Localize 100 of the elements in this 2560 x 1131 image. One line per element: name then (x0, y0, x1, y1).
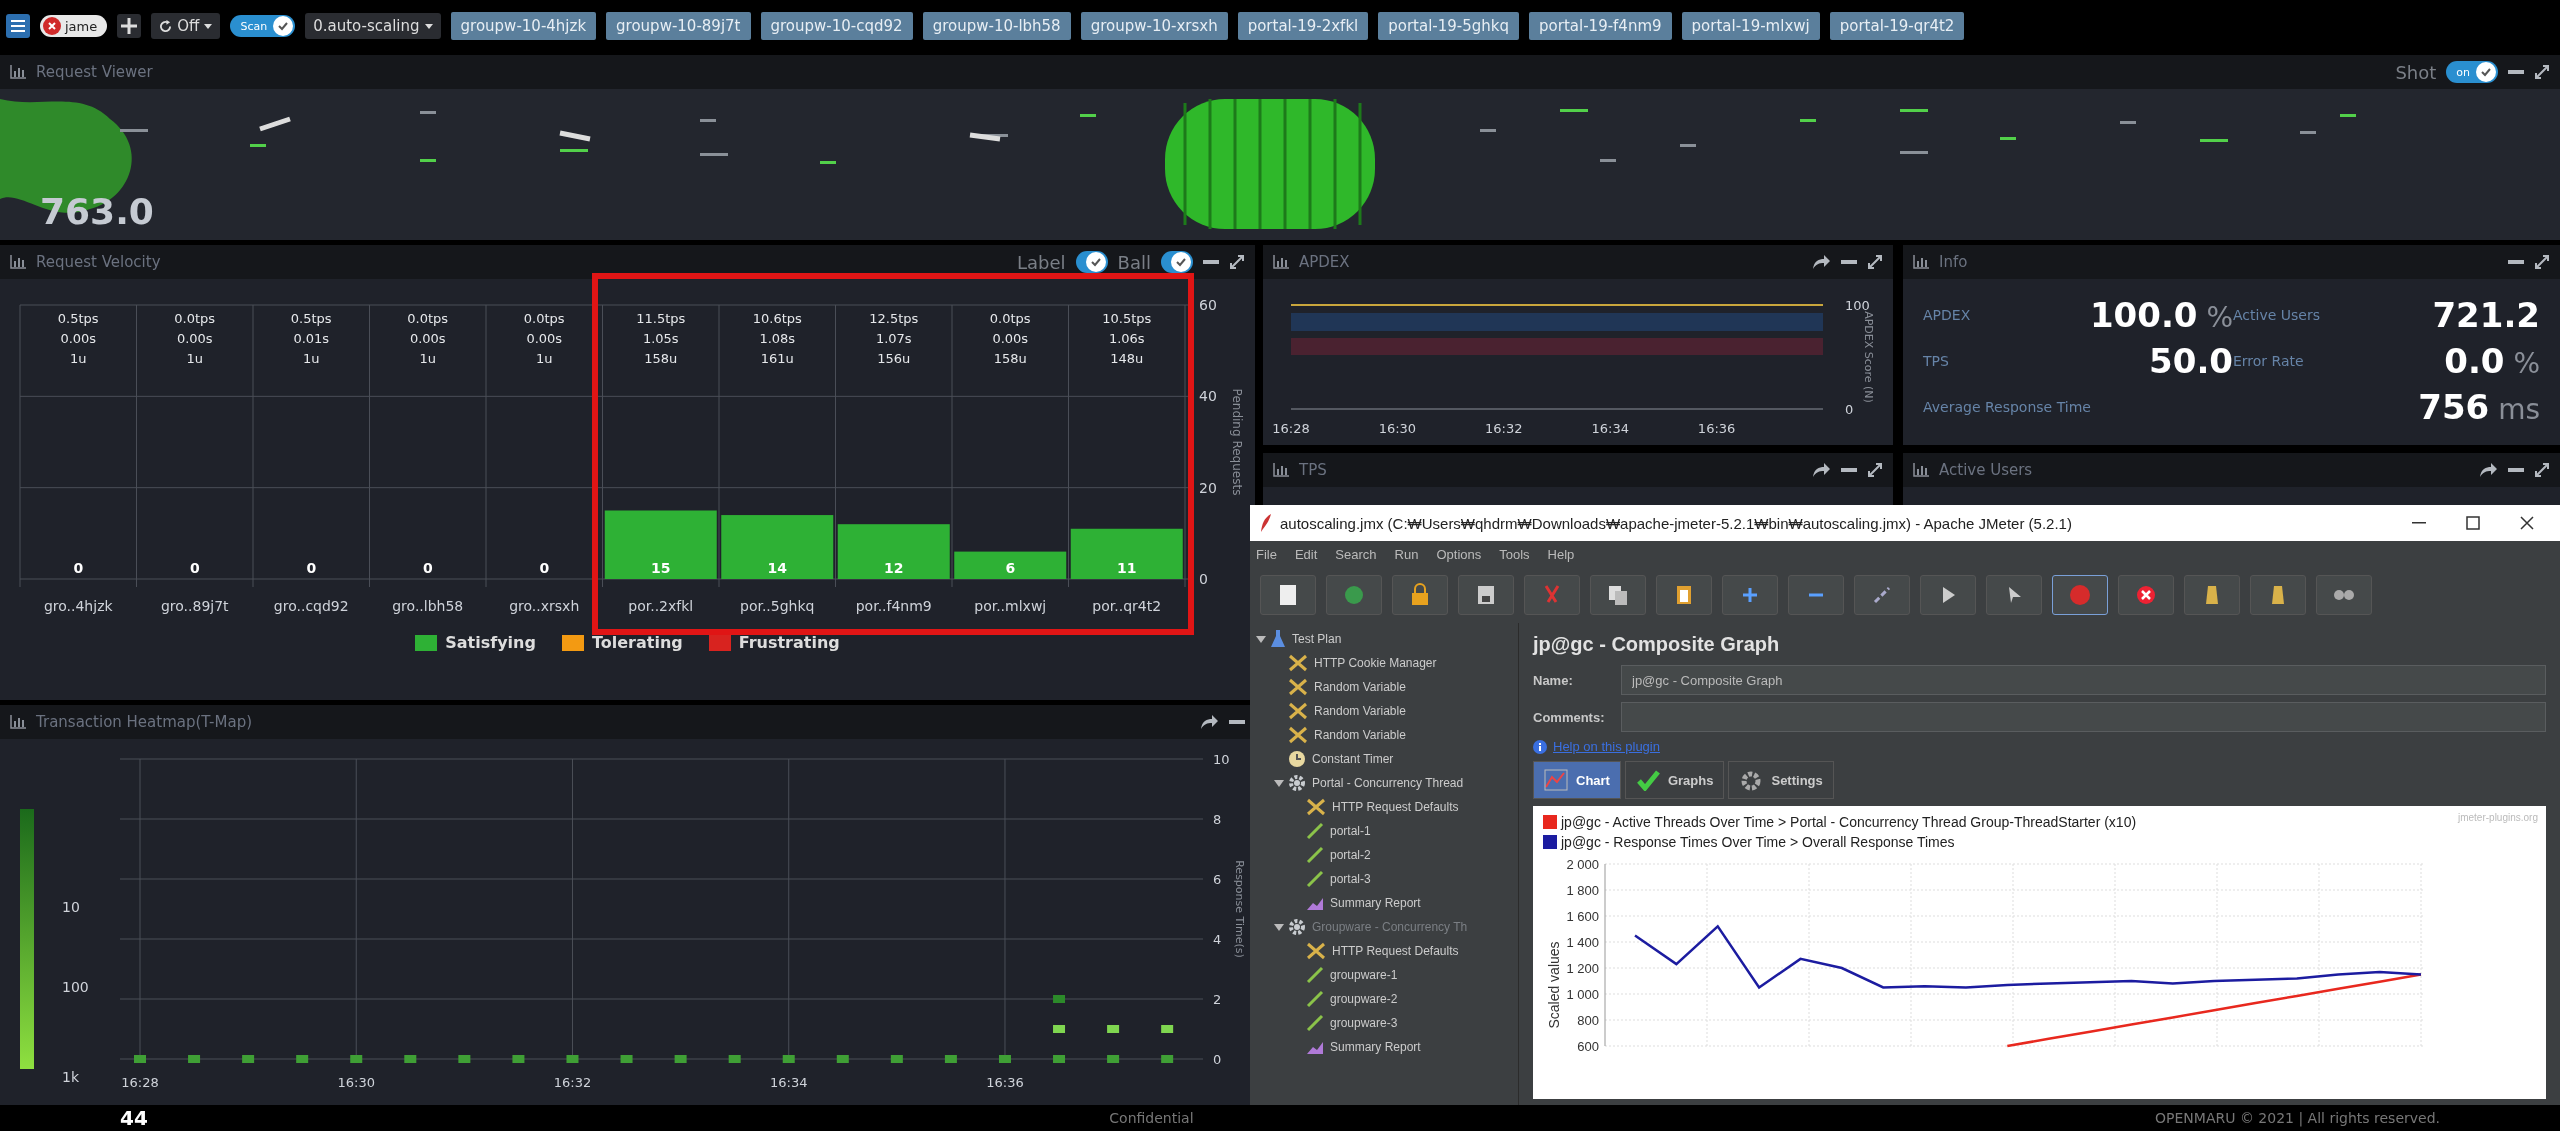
menu-item[interactable]: Help (1547, 546, 1575, 562)
remove-icon[interactable] (43, 17, 61, 35)
tree-item[interactable]: HTTP Request Defaults (1306, 798, 1459, 816)
instance-stat: 1u (303, 351, 320, 366)
toggle-switch[interactable]: on (2446, 61, 2498, 83)
refresh-icon (159, 19, 173, 33)
group-dropdown[interactable]: 0.auto-scaling (305, 13, 441, 39)
toolbar-button[interactable] (1458, 575, 1514, 615)
toolbar-button[interactable] (1392, 575, 1448, 615)
shot-label: Shot (2395, 61, 2437, 83)
tree-item-label: Constant Timer (1312, 752, 1394, 766)
expand-icon[interactable] (2534, 254, 2550, 270)
instance-tag[interactable]: portal-19-qr4t2 (1829, 12, 1965, 40)
toolbar-button[interactable] (1920, 575, 1976, 615)
expand-icon[interactable] (1867, 462, 1883, 478)
expand-icon[interactable] (1867, 254, 1883, 270)
expand-icon[interactable] (1229, 254, 1245, 270)
menu-item[interactable]: Options (1436, 546, 1482, 562)
stop-button[interactable] (2052, 575, 2108, 615)
instance-tag[interactable]: portal-19-2xfkl (1237, 12, 1369, 40)
instance-stat: 1u (536, 351, 553, 366)
instance-tag[interactable]: groupw-10-89j7t (606, 12, 751, 40)
category-label: gro..xrsxh (509, 598, 580, 614)
toggle-switch[interactable] (1075, 251, 1108, 273)
expand-icon[interactable] (2534, 462, 2550, 478)
pen-icon (1306, 822, 1324, 840)
toolbar-button[interactable] (1656, 575, 1712, 615)
instance-tag[interactable]: groupw-10-xrsxh (1080, 12, 1228, 40)
menu-button[interactable] (6, 14, 30, 38)
instance-stat: 1u (186, 351, 203, 366)
axis-tick-label: 100 (1845, 298, 1870, 313)
menu-item[interactable]: Run (1394, 546, 1419, 562)
share-icon[interactable] (2478, 462, 2498, 478)
field-label: Comments: (1533, 709, 1606, 725)
toolbar-button[interactable] (1260, 575, 1316, 615)
instance-tag[interactable]: portal-19-mlxwj (1681, 12, 1820, 40)
bar-value-label: 15 (651, 560, 671, 576)
instance-stat: 158u (644, 351, 678, 366)
refresh-dropdown[interactable]: Off (151, 13, 221, 39)
instance-stat: 148u (1110, 351, 1144, 366)
tree-item[interactable]: Constant Timer (1288, 750, 1394, 768)
tab[interactable]: Chart (1533, 761, 1621, 799)
tree-item[interactable]: Random Variable (1288, 702, 1406, 720)
instance-tag[interactable]: groupw-10-lbh58 (922, 12, 1071, 40)
check-icon (2476, 62, 2496, 82)
tree-item-label: groupware-1 (1330, 968, 1398, 982)
flask-icon (1270, 630, 1286, 648)
heatmap-cell (999, 1055, 1011, 1063)
tab[interactable]: Settings (1728, 761, 1834, 799)
axis-tick-label: 1 200 (1566, 961, 1599, 976)
tab[interactable]: Graphs (1624, 761, 1725, 799)
toolbar-button[interactable] (1986, 575, 2042, 615)
menu-item[interactable]: Search (1335, 546, 1377, 562)
instance-stat: 0.0tps (174, 311, 216, 326)
axis-title: Pending Requests (1230, 388, 1244, 496)
comments-field[interactable] (1621, 702, 2546, 732)
panel-title: Request Viewer (36, 63, 153, 81)
share-icon[interactable] (1199, 714, 1219, 730)
toolbar-button[interactable] (2118, 575, 2174, 615)
instance-tag[interactable]: groupw-10-4hjzk (450, 12, 597, 40)
axis-tick-label: 0 (1845, 402, 1854, 417)
tree-item[interactable]: Random Variable (1288, 678, 1406, 696)
tree-item[interactable]: HTTP Cookie Manager (1288, 654, 1437, 672)
menu-item[interactable]: Edit (1294, 546, 1318, 562)
tree-item[interactable]: portal-1 (1306, 822, 1371, 840)
expand-icon[interactable] (2534, 64, 2550, 80)
add-button[interactable] (117, 14, 142, 38)
tree-item[interactable]: portal-2 (1306, 846, 1371, 864)
legend-label: Satisfying (445, 633, 536, 652)
instance-tag[interactable]: groupw-10-cqd92 (760, 12, 913, 40)
toggle-switch[interactable]: Scan (230, 15, 296, 37)
instance-tag[interactable]: portal-19-f4nm9 (1529, 12, 1672, 40)
panel-title: APDEX (1299, 253, 1350, 271)
toolbar-button[interactable] (1590, 575, 1646, 615)
toolbar-button[interactable] (2250, 575, 2306, 615)
toolbar-button[interactable] (2316, 575, 2372, 615)
heatmap-cell (1053, 995, 1066, 1003)
menu-item[interactable]: Tools (1499, 546, 1530, 562)
instance-tag[interactable]: portal-19-5ghkq (1378, 12, 1520, 40)
share-icon[interactable] (1811, 462, 1831, 478)
heatmap-cell (458, 1055, 471, 1063)
expander-icon[interactable] (1256, 634, 1266, 644)
tree-item-label: Summary Report (1330, 1040, 1421, 1054)
user-chip[interactable]: jame (40, 15, 108, 37)
tree-item[interactable]: Summary Report (1306, 895, 1421, 911)
name-field[interactable]: jp@gc - Composite Graph (1621, 665, 2546, 695)
legend-label: jp@gc - Active Threads Over Time > Portal - Concurrency Thread Group-ThreadStarter (x10) (1561, 814, 2137, 830)
expander-icon[interactable] (1274, 778, 1284, 788)
chart-icon (10, 255, 26, 269)
tree-item[interactable]: Portal - Concurrency Thread (1288, 774, 1464, 792)
menu-icon (11, 20, 25, 32)
tree-item[interactable]: portal-3 (1306, 870, 1371, 888)
share-icon[interactable] (1811, 254, 1831, 270)
chart-icon (1913, 463, 1929, 477)
tree-item[interactable]: Random Variable (1288, 726, 1406, 744)
tree-item[interactable]: Test Plan (1270, 630, 1342, 648)
toolbar-button[interactable] (2184, 575, 2240, 615)
menu-item[interactable]: File (1256, 546, 1277, 562)
instance-stat: 10.6tps (752, 311, 802, 326)
toggle-switch[interactable] (1161, 251, 1193, 273)
